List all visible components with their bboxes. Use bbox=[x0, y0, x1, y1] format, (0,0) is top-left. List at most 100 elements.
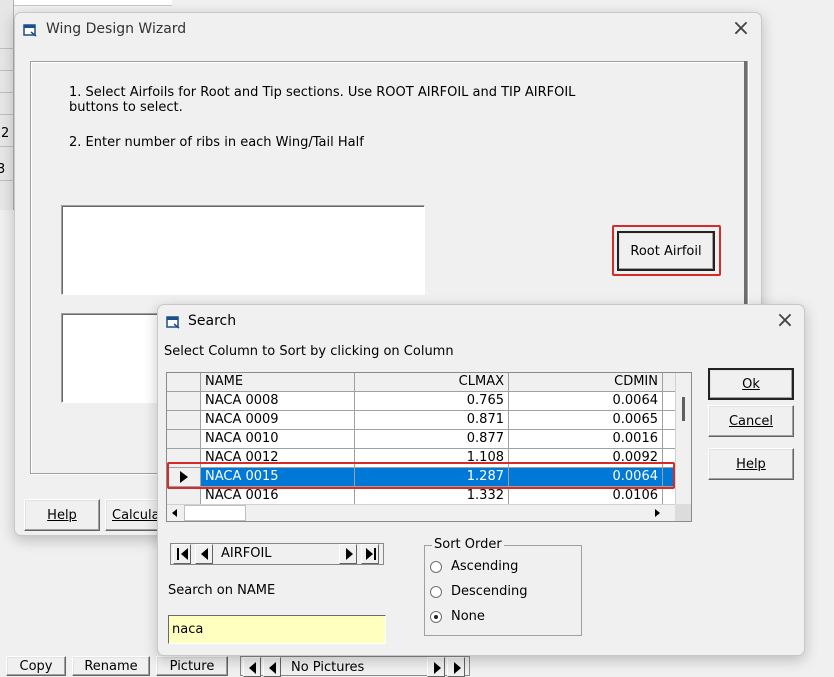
search-title: Search bbox=[188, 313, 237, 329]
last-picture-button[interactable] bbox=[447, 657, 465, 677]
search-help-button[interactable]: Help bbox=[708, 448, 794, 480]
row-indicator bbox=[167, 430, 201, 449]
wizard-close-icon[interactable]: × bbox=[731, 18, 751, 40]
vertical-scroll-thumb[interactable] bbox=[682, 397, 685, 421]
rename-button[interactable]: Rename bbox=[72, 656, 150, 676]
copy-button[interactable]: Copy bbox=[6, 656, 66, 676]
current-row-arrow-icon bbox=[180, 471, 188, 483]
table-row[interactable]: NACA 0012 1.108 0.0092 bbox=[167, 449, 675, 468]
table-row[interactable]: NACA 0008 0.765 0.0064 bbox=[167, 392, 675, 411]
cell-cdmin: 0.0065 bbox=[509, 411, 663, 430]
instruction-step-1: 1. Select Airfoils for Root and Tip sect… bbox=[69, 85, 576, 115]
scroll-left-icon[interactable] bbox=[172, 509, 177, 517]
navigator-table-name: AIRFOIL bbox=[221, 546, 272, 561]
cell-extra bbox=[663, 411, 675, 430]
search-close-icon[interactable]: × bbox=[775, 310, 795, 332]
grid-corner-cell bbox=[167, 373, 201, 392]
airfoil-grid[interactable]: NAME CLMAX CDMIN NACA 0008 0.765 0.0064 … bbox=[166, 372, 692, 522]
cell-clmax: 0.877 bbox=[355, 430, 509, 449]
last-record-icon bbox=[366, 548, 373, 560]
first-record-button[interactable] bbox=[173, 544, 191, 564]
background-row-line bbox=[0, 180, 14, 181]
cell-extra bbox=[663, 468, 675, 487]
sort-descending-label[interactable]: Descending bbox=[451, 584, 528, 599]
table-navigator: AIRFOIL bbox=[170, 543, 384, 565]
prev-icon bbox=[269, 662, 276, 674]
row-indicator bbox=[167, 449, 201, 468]
table-row[interactable]: NACA 0010 0.877 0.0016 bbox=[167, 430, 675, 449]
search-titlebar: Search × bbox=[158, 305, 804, 337]
cell-cdmin: 0.0064 bbox=[509, 468, 663, 487]
cell-name: NACA 0015 bbox=[201, 468, 355, 487]
cell-clmax: 0.765 bbox=[355, 392, 509, 411]
prev-picture-button[interactable] bbox=[263, 657, 281, 677]
cell-clmax: 0.871 bbox=[355, 411, 509, 430]
root-airfoil-button[interactable]: Root Airfoil bbox=[617, 231, 715, 271]
column-header-cdmin[interactable]: CDMIN bbox=[509, 373, 663, 392]
last-icon bbox=[454, 662, 461, 674]
grid-horizontal-scrollbar[interactable] bbox=[167, 504, 675, 521]
background-number: 2 bbox=[1, 126, 10, 141]
cell-clmax: 1.287 bbox=[355, 468, 509, 487]
sort-descending-radio[interactable] bbox=[430, 586, 442, 598]
column-header-name[interactable]: NAME bbox=[201, 373, 355, 392]
grid-header-row: NAME CLMAX CDMIN bbox=[167, 373, 675, 392]
next-picture-button[interactable] bbox=[427, 657, 445, 677]
cell-extra bbox=[663, 449, 675, 468]
first-icon bbox=[249, 662, 256, 674]
background-row-line bbox=[0, 92, 14, 93]
sort-ascending-label[interactable]: Ascending bbox=[451, 559, 518, 574]
wizard-help-button[interactable]: Help bbox=[24, 499, 100, 531]
next-icon bbox=[434, 662, 441, 674]
background-row-line bbox=[0, 70, 14, 71]
last-record-button[interactable] bbox=[361, 544, 379, 564]
sort-none-label[interactable]: None bbox=[451, 609, 485, 624]
background-row-line bbox=[0, 114, 14, 115]
prev-record-icon bbox=[201, 548, 208, 560]
cell-cdmin: 0.0064 bbox=[509, 392, 663, 411]
cell-name: NACA 0012 bbox=[201, 449, 355, 468]
cell-extra bbox=[663, 430, 675, 449]
ok-button[interactable]: Ok bbox=[708, 368, 794, 400]
background-app-panel bbox=[0, 0, 14, 210]
first-bar-icon bbox=[177, 548, 179, 560]
root-airfoil-display bbox=[61, 205, 425, 295]
horizontal-scroll-thumb[interactable] bbox=[184, 505, 246, 521]
background-row-line bbox=[0, 146, 14, 147]
cell-clmax: 1.108 bbox=[355, 449, 509, 468]
cell-cdmin: 0.0092 bbox=[509, 449, 663, 468]
pictures-navigator: No Pictures bbox=[240, 656, 470, 677]
table-row-selected[interactable]: NACA 0015 1.287 0.0064 bbox=[167, 468, 675, 487]
cell-cdmin: 0.0016 bbox=[509, 430, 663, 449]
cell-name: NACA 0009 bbox=[201, 411, 355, 430]
first-picture-button[interactable] bbox=[243, 657, 261, 677]
background-top-strip bbox=[14, 0, 172, 6]
sort-none-radio[interactable] bbox=[430, 611, 442, 623]
cell-extra bbox=[663, 392, 675, 411]
first-record-icon bbox=[181, 548, 188, 560]
background-number: 3 bbox=[0, 162, 6, 177]
next-record-button[interactable] bbox=[339, 544, 357, 564]
background-row-line bbox=[0, 48, 14, 49]
search-instruction: Select Column to Sort by clicking on Col… bbox=[164, 344, 454, 359]
pictures-nav-text: No Pictures bbox=[291, 660, 365, 675]
sort-ascending-radio[interactable] bbox=[430, 561, 442, 573]
column-header-extra bbox=[663, 373, 675, 392]
column-header-clmax[interactable]: CLMAX bbox=[355, 373, 509, 392]
prev-record-button[interactable] bbox=[195, 544, 213, 564]
cancel-button[interactable]: Cancel bbox=[708, 405, 794, 437]
row-indicator bbox=[167, 468, 201, 487]
next-record-icon bbox=[346, 548, 353, 560]
tip-airfoil-display bbox=[61, 313, 171, 403]
search-input[interactable] bbox=[168, 615, 386, 644]
row-indicator bbox=[167, 411, 201, 430]
table-row[interactable]: NACA 0009 0.871 0.0065 bbox=[167, 411, 675, 430]
sort-order-label: Sort Order bbox=[432, 537, 504, 552]
grid-vertical-scrollbar[interactable] bbox=[675, 373, 691, 505]
search-on-label: Search on NAME bbox=[168, 583, 276, 598]
cell-name: NACA 0008 bbox=[201, 392, 355, 411]
scrollbar-corner bbox=[675, 504, 691, 521]
scroll-right-icon[interactable] bbox=[655, 509, 660, 517]
picture-button[interactable]: Picture bbox=[156, 656, 228, 676]
row-indicator bbox=[167, 392, 201, 411]
